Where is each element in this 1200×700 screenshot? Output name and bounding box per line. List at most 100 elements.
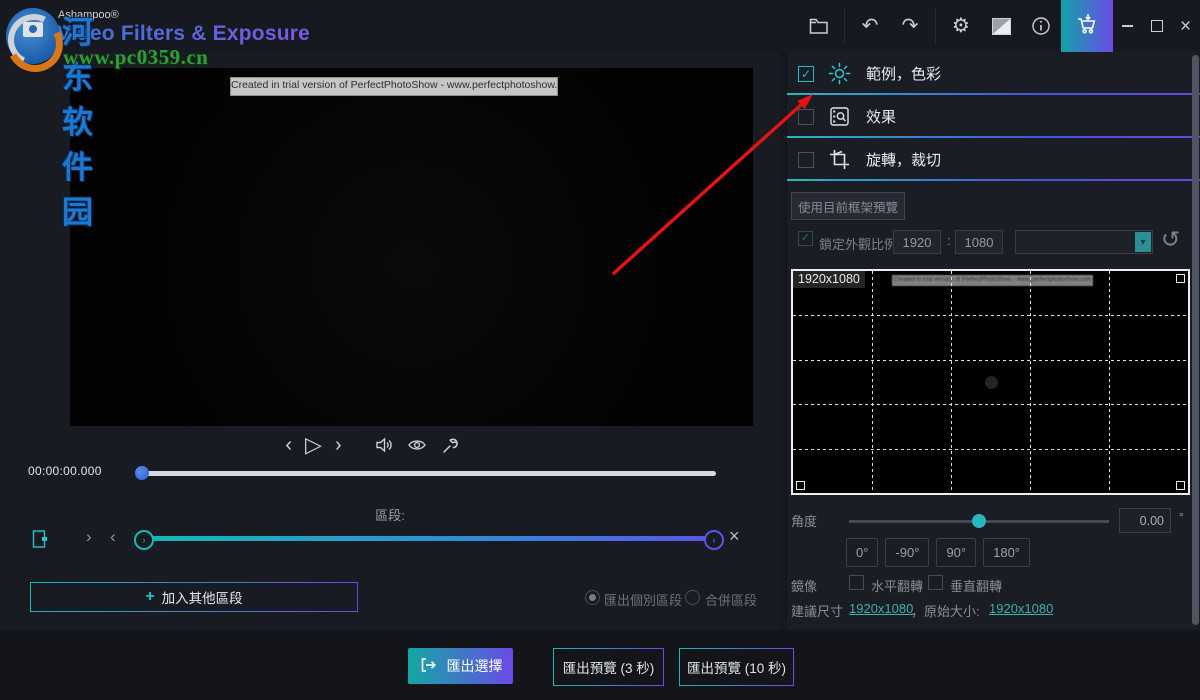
info-button[interactable] bbox=[1021, 0, 1061, 52]
export-preview-10s-button[interactable]: 匯出預覽 (10 秒) bbox=[679, 648, 794, 686]
app-window: Ashampoo® Video Filters & Exposure ↶ ↷ ⚙ bbox=[0, 0, 1200, 700]
rotate-90-button[interactable]: 90° bbox=[936, 538, 976, 567]
grid-line bbox=[1109, 271, 1110, 493]
add-segment-button[interactable]: + 加入其他區段 bbox=[30, 582, 358, 612]
export-selection-button[interactable]: 匯出選擇 bbox=[408, 648, 513, 684]
flip-vertical-label[interactable]: 垂直翻轉 bbox=[950, 576, 1002, 595]
close-icon: × bbox=[1180, 17, 1191, 36]
crop-handle-top-right[interactable] bbox=[1176, 274, 1185, 283]
panel-scrollbar[interactable] bbox=[1192, 55, 1199, 625]
merge-segments-label[interactable]: 合併區段 bbox=[705, 590, 757, 609]
grid-line bbox=[872, 271, 873, 493]
aspect-width-input[interactable] bbox=[893, 230, 941, 254]
toolbar-divider bbox=[844, 8, 845, 44]
export-individual-radio[interactable] bbox=[585, 590, 600, 605]
rotate-crop-checkbox[interactable] bbox=[798, 152, 814, 168]
section-sample-color[interactable]: ✓ 範例，色彩 bbox=[787, 52, 1200, 95]
export-icon bbox=[419, 656, 437, 677]
shop-button[interactable] bbox=[1061, 0, 1113, 52]
wrench-icon bbox=[440, 436, 459, 455]
segment-start-handle[interactable]: › bbox=[134, 530, 154, 550]
minimize-icon bbox=[1122, 25, 1133, 27]
next-frame-button[interactable]: › bbox=[335, 435, 342, 455]
crop-size-label: 1920x1080 bbox=[793, 271, 865, 288]
settings-button[interactable]: ⚙ bbox=[941, 0, 981, 52]
remove-segment-button[interactable]: × bbox=[729, 526, 740, 547]
flip-horizontal-checkbox[interactable] bbox=[849, 575, 864, 590]
flip-vertical-checkbox[interactable] bbox=[928, 575, 943, 590]
undo-icon: ↶ bbox=[862, 16, 879, 36]
crop-handle-bottom-right[interactable] bbox=[1176, 481, 1185, 490]
playback-slider-thumb[interactable] bbox=[135, 466, 149, 480]
suggested-size-label: 建議尺寸 bbox=[791, 601, 843, 620]
volume-button[interactable] bbox=[374, 436, 394, 454]
adjustments-panel: ✓ 範例，色彩 效果 bbox=[786, 52, 1200, 630]
degree-unit: ° bbox=[1179, 510, 1184, 524]
segment-range-track[interactable] bbox=[140, 536, 714, 541]
compare-view-button[interactable] bbox=[981, 0, 1021, 52]
undo-button[interactable]: ↶ bbox=[850, 0, 890, 52]
rotate-0-button[interactable]: 0° bbox=[846, 538, 878, 567]
redo-icon: ↷ bbox=[902, 16, 919, 36]
contrast-icon bbox=[992, 18, 1011, 35]
sample-color-checkbox[interactable]: ✓ bbox=[798, 66, 814, 82]
lock-aspect-checkbox[interactable]: ✓ bbox=[798, 231, 813, 246]
use-current-frame-button[interactable]: 使用目前框架預覽 bbox=[791, 192, 905, 220]
angle-value-input[interactable] bbox=[1119, 508, 1171, 533]
segment-step-forward[interactable]: › bbox=[86, 527, 92, 547]
speaker-icon bbox=[374, 436, 394, 454]
toolbar: ↶ ↷ ⚙ bbox=[799, 0, 1200, 52]
play-button[interactable]: ▷ bbox=[305, 434, 322, 456]
original-size-link[interactable]: 1920x1080 bbox=[989, 601, 1053, 616]
export-preview-3s-button[interactable]: 匯出預覽 (3 秒) bbox=[553, 648, 664, 686]
grid-line bbox=[793, 315, 1188, 316]
effects-icon bbox=[828, 105, 851, 128]
grid-line bbox=[793, 404, 1188, 405]
angle-slider-thumb[interactable] bbox=[972, 514, 986, 528]
grid-line bbox=[951, 271, 952, 493]
tools-button[interactable] bbox=[440, 436, 459, 455]
segment-step-back[interactable]: ‹ bbox=[110, 527, 116, 547]
chevron-down-icon[interactable]: ▾ bbox=[1135, 232, 1151, 252]
flip-horizontal-label[interactable]: 水平翻轉 bbox=[871, 576, 923, 595]
segment-end-handle[interactable]: ‹ bbox=[704, 530, 724, 550]
aspect-separator: : bbox=[947, 233, 951, 248]
export-individual-label[interactable]: 匯出個別區段 bbox=[604, 590, 682, 609]
folder-icon bbox=[809, 18, 829, 35]
video-preview[interactable]: Created in trial version of PerfectPhoto… bbox=[70, 68, 753, 426]
suggested-size-link[interactable]: 1920x1080 bbox=[849, 601, 913, 616]
lock-aspect-label: 鎖定外觀比例 bbox=[819, 234, 897, 253]
crop-handle-bottom-left[interactable] bbox=[796, 481, 805, 490]
reset-crop-button[interactable]: ↺ bbox=[1161, 226, 1180, 254]
mirror-label: 鏡像 bbox=[791, 576, 817, 595]
section-effects[interactable]: 效果 bbox=[787, 95, 1200, 138]
playback-slider-track[interactable] bbox=[140, 471, 716, 476]
section-divider bbox=[787, 179, 1200, 181]
section-rotate-crop[interactable]: 旋轉，裁切 bbox=[787, 138, 1200, 181]
crop-center-handle[interactable] bbox=[985, 376, 998, 389]
footer-bar: 匯出選擇 匯出預覽 (3 秒) 匯出預覽 (10 秒) bbox=[0, 630, 1200, 700]
maximize-button[interactable] bbox=[1142, 0, 1171, 52]
aspect-height-input[interactable] bbox=[955, 230, 1003, 254]
eye-icon bbox=[407, 436, 427, 454]
redo-button[interactable]: ↷ bbox=[890, 0, 930, 52]
segment-label: 區段: bbox=[0, 505, 780, 524]
grid-line bbox=[1030, 271, 1031, 493]
rotate-minus90-button[interactable]: -90° bbox=[885, 538, 929, 567]
merge-segments-radio[interactable] bbox=[685, 590, 700, 605]
grid-line bbox=[793, 360, 1188, 361]
preview-toggle-button[interactable] bbox=[407, 436, 427, 454]
rotate-180-button[interactable]: 180° bbox=[983, 538, 1030, 567]
toolbar-divider bbox=[935, 8, 936, 44]
set-segment-start-icon[interactable] bbox=[32, 529, 50, 554]
original-size-label: ，原始大小: bbox=[911, 601, 980, 620]
previous-frame-button[interactable]: ‹ bbox=[285, 435, 292, 455]
crop-trial-banner: Created in trial version of PerfectPhoto… bbox=[892, 275, 1093, 286]
crop-preview[interactable]: Created in trial version of PerfectPhoto… bbox=[791, 269, 1190, 495]
effects-checkbox[interactable] bbox=[798, 109, 814, 125]
close-button[interactable]: × bbox=[1171, 0, 1200, 52]
minimize-button[interactable] bbox=[1113, 0, 1142, 52]
maximize-icon bbox=[1151, 20, 1163, 32]
open-folder-button[interactable] bbox=[799, 0, 839, 52]
resolution-preset-select[interactable]: ▾ bbox=[1015, 230, 1153, 254]
